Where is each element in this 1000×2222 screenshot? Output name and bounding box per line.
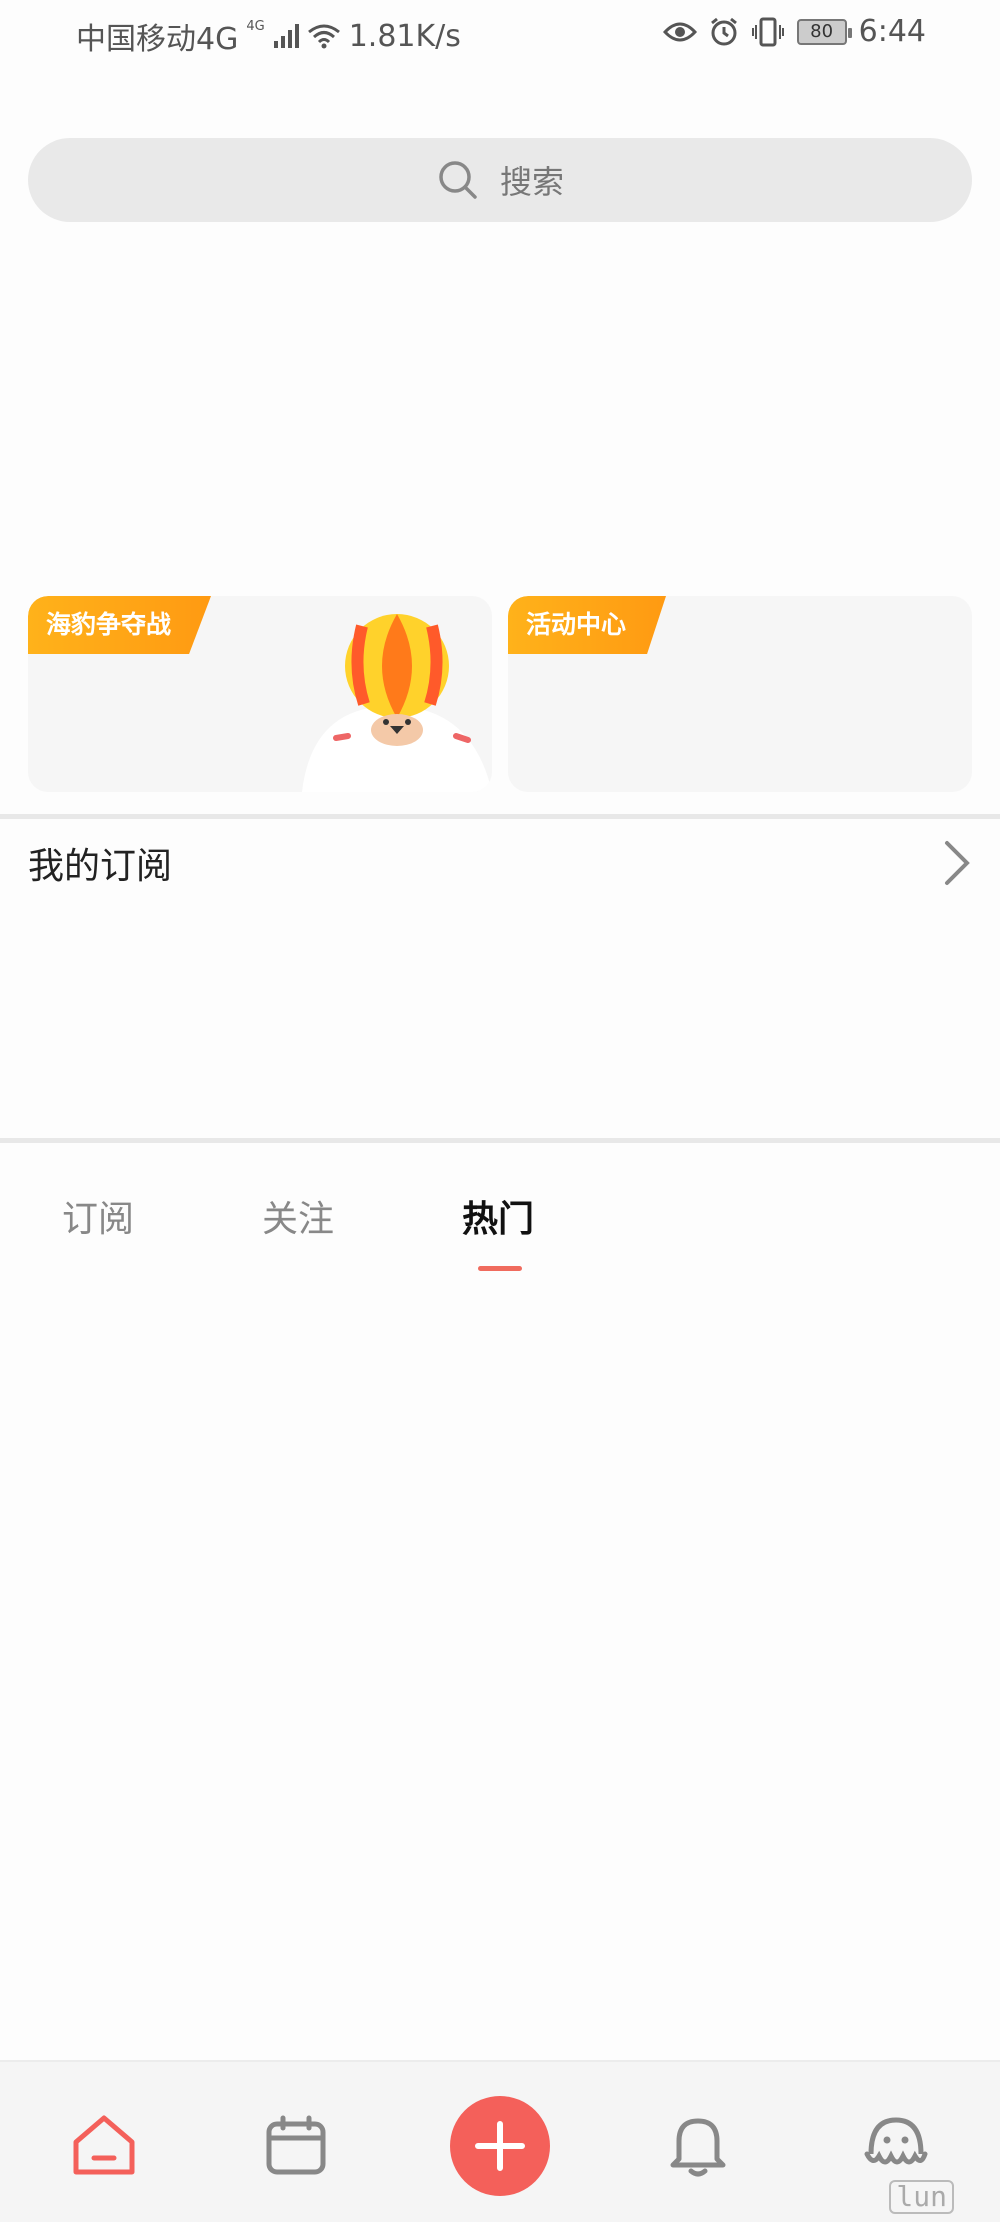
status-right: 80 6:44	[662, 14, 926, 49]
battery-icon: 80	[796, 18, 852, 45]
home-icon	[73, 2115, 135, 2175]
alarm-icon	[710, 17, 737, 45]
feed-tabs: 订阅 关注 热门	[0, 1180, 1000, 1280]
chevron-right-icon	[945, 841, 970, 885]
card-tag: 海豹争夺战	[28, 596, 212, 654]
active-tab-indicator	[478, 1266, 522, 1271]
seal-battle-card[interactable]: 海豹争夺战	[28, 596, 492, 792]
network-type: 4G	[246, 18, 265, 34]
carrier-label: 中国移动4G	[76, 22, 239, 57]
clock: 6:44	[858, 14, 926, 49]
nav-calendar[interactable]	[258, 2107, 334, 2183]
nav-add-button[interactable]	[450, 2096, 550, 2196]
nav-home[interactable]	[66, 2107, 142, 2183]
my-subscriptions-row[interactable]: 我的订阅	[0, 818, 1000, 908]
tab-follow[interactable]: 关注	[262, 1190, 334, 1242]
my-subscriptions-title: 我的订阅	[28, 846, 173, 887]
nav-notifications[interactable]	[660, 2107, 736, 2183]
profile-icon	[864, 2117, 928, 2165]
card-tag: 活动中心	[508, 596, 667, 654]
bell-icon	[670, 2118, 726, 2177]
status-bar: 中国移动4G 4G 1.81K/s 80 6:44	[0, 0, 1000, 66]
tab-hot[interactable]: 热门	[462, 1190, 534, 1242]
tab-subscribe[interactable]: 订阅	[62, 1190, 134, 1242]
plus-icon	[475, 2121, 525, 2171]
bottom-nav: lun	[0, 2060, 1000, 2222]
search-placeholder: 搜索	[499, 163, 564, 201]
watermark: lun	[889, 2180, 954, 2214]
calendar-icon	[266, 2115, 326, 2175]
nav-profile[interactable]	[858, 2107, 934, 2183]
activity-center-card[interactable]: 活动中心	[508, 596, 972, 792]
search-bar[interactable]: 搜索	[28, 138, 972, 222]
network-speed: 1.81K/s	[348, 18, 461, 54]
status-left: 中国移动4G 4G 1.81K/s	[76, 14, 461, 58]
wifi-icon	[307, 24, 340, 49]
eye-icon	[662, 22, 697, 41]
seal-balloon-illustration	[302, 614, 492, 792]
vibrate-icon	[751, 17, 784, 46]
divider	[0, 1138, 1000, 1143]
signal-icon	[273, 24, 299, 48]
search-icon	[439, 161, 477, 199]
